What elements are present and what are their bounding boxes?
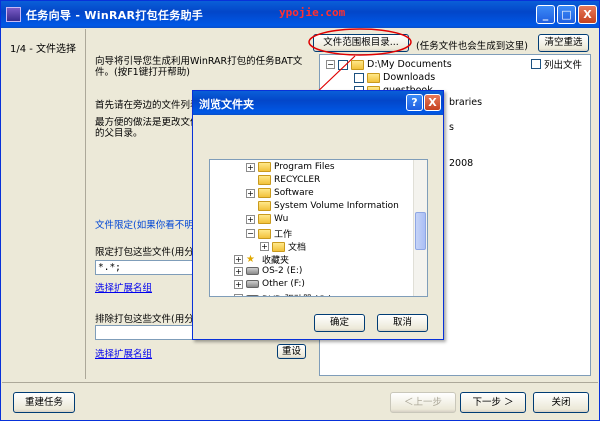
include-label: 限定打包这些文件(用分 (95, 247, 194, 258)
next-button[interactable]: 下一步 ＞ (460, 392, 526, 413)
footer-divider (2, 382, 598, 383)
rebuild-task-button[interactable]: 重建任务 (13, 392, 75, 413)
checkbox-icon[interactable] (338, 59, 348, 70)
root-note: (任务文件也会生成到这里) (416, 41, 528, 52)
expander-icon[interactable]: + (234, 294, 243, 296)
folder-label: Other (F:) (262, 279, 305, 289)
folder-icon (272, 241, 285, 252)
maximize-button[interactable]: □ (557, 5, 576, 24)
tree-row-partial-1[interactable]: braries (449, 97, 482, 108)
folder-icon (258, 201, 271, 211)
folder-label: System Volume Information (274, 201, 399, 211)
expander-icon[interactable]: + (234, 266, 243, 276)
folder-icon (258, 162, 271, 172)
folder-label: RECYCLER (274, 175, 321, 185)
step-label: 1/4 - 文件选择 (10, 44, 77, 55)
tree-row-partial-3[interactable]: 2008 (449, 158, 473, 169)
folder-label: Wu (274, 214, 289, 224)
folder-label: 工作 (274, 230, 293, 240)
previous-button[interactable]: ＜上一步 (390, 392, 456, 413)
folder-label: Program Files (274, 162, 335, 172)
folder-icon (258, 188, 271, 198)
list-files-label: 列出文件 (544, 60, 583, 71)
folder-row[interactable]: RECYCLER (246, 175, 320, 185)
expander-icon[interactable]: + (246, 162, 255, 172)
folder-icon (258, 214, 271, 224)
folder-row[interactable]: + Wu (246, 214, 288, 224)
browse-folder-dialog: 浏览文件夹 ? X + Program Files RECYCLER + Softwar… (192, 90, 444, 340)
tree-row-partial-2[interactable]: s (449, 122, 454, 133)
folder-tree[interactable]: + Program Files RECYCLER + Software System Vo… (209, 159, 428, 297)
dialog-title-bar: 浏览文件夹 ? X (193, 91, 443, 115)
folder-row[interactable]: + ★ 收藏夹 (234, 253, 289, 266)
intro-text: 向导将引导您生成利用WinRAR打包的任务BAT文件。(按F1键打开帮助) (95, 56, 303, 78)
favorites-icon: ★ (246, 253, 255, 265)
collapse-icon[interactable]: − (326, 60, 335, 69)
folder-icon (367, 72, 380, 83)
folder-row[interactable]: + Other (F:) (234, 279, 305, 289)
drive-icon (246, 294, 259, 296)
watermark: ypojie.com (279, 6, 346, 19)
filter-section-title: 文件限定(如果你看不明白 (95, 220, 203, 231)
folder-row[interactable]: + DVD 驱动器 (G:) (234, 292, 332, 296)
folder-label: 文档 (288, 243, 307, 253)
tree-label: D:\My Documents (367, 59, 452, 70)
scrollbar-thumb[interactable] (415, 212, 426, 250)
checkbox-icon[interactable] (531, 59, 541, 69)
expander-icon[interactable]: + (260, 242, 269, 251)
clear-reselect-button[interactable]: 清空重选 (538, 34, 589, 52)
folder-row[interactable]: + OS-2 (E:) (234, 266, 302, 276)
tree-label: braries (449, 97, 483, 108)
folder-label: Software (274, 188, 314, 198)
scrollbar[interactable] (413, 160, 427, 296)
folder-row[interactable]: − 工作 (246, 227, 292, 240)
dialog-title: 浏览文件夹 (199, 98, 254, 111)
drive-icon (246, 267, 259, 275)
tip-text: 最方便的做法是更改文件的父目录。 (95, 117, 200, 139)
list-files-option[interactable]: 列出文件 (531, 57, 582, 71)
reset-button[interactable]: 重设 (277, 344, 306, 359)
folder-row[interactable]: System Volume Information (246, 201, 399, 211)
exclude-input[interactable] (95, 325, 195, 340)
tree-label: 2008 (449, 158, 474, 169)
folder-row[interactable]: + Program Files (246, 162, 335, 172)
select-extension-group-link-2[interactable]: 选择扩展名组 (95, 346, 152, 360)
tree-row-root[interactable]: − D:\My Documents (326, 59, 452, 70)
tree-label: s (449, 122, 454, 133)
folder-row[interactable]: + 文档 (260, 240, 306, 253)
exclude-label: 排除打包这些文件(用分 (95, 314, 194, 325)
checkbox-icon[interactable] (354, 72, 364, 83)
close-button[interactable]: 关闭 (533, 392, 589, 413)
dialog-close-button[interactable]: X (424, 94, 441, 111)
folder-label: OS-2 (E:) (262, 266, 303, 276)
expander-icon[interactable]: − (246, 229, 255, 238)
include-input[interactable]: *.*; (95, 260, 195, 275)
cancel-button[interactable]: 取消 (377, 314, 428, 332)
ok-button[interactable]: 确定 (314, 314, 365, 332)
select-extension-group-link-1[interactable]: 选择扩展名组 (95, 280, 152, 294)
folder-icon (351, 59, 364, 70)
expander-icon[interactable]: + (234, 279, 243, 289)
minimize-button[interactable]: _ (536, 5, 555, 24)
drive-icon (246, 280, 259, 288)
app-icon (6, 7, 21, 22)
root-directory-button[interactable]: 文件范围根目录... (313, 34, 409, 52)
folder-icon (258, 175, 271, 185)
instruction-text: 首先请在旁边的文件列表 (95, 100, 200, 111)
folder-icon (258, 228, 271, 239)
expander-icon[interactable]: + (246, 214, 255, 224)
title-bar: 任务向导 - WinRAR打包任务助手 ypojie.com _ □ X (1, 1, 599, 28)
tree-row-downloads[interactable]: Downloads (354, 72, 435, 83)
close-window-button[interactable]: X (578, 5, 597, 24)
folder-row[interactable]: + Software (246, 188, 314, 198)
steps-sidebar: 1/4 - 文件选择 (2, 29, 86, 379)
folder-label: 收藏夹 (262, 256, 290, 266)
expander-icon[interactable]: + (234, 255, 243, 264)
folder-label: DVD 驱动器 (G:) (262, 292, 332, 296)
tree-label: Downloads (383, 72, 436, 83)
expander-icon[interactable]: + (246, 188, 255, 198)
help-button[interactable]: ? (406, 94, 423, 111)
window-title: 任务向导 - WinRAR打包任务助手 (26, 9, 204, 22)
